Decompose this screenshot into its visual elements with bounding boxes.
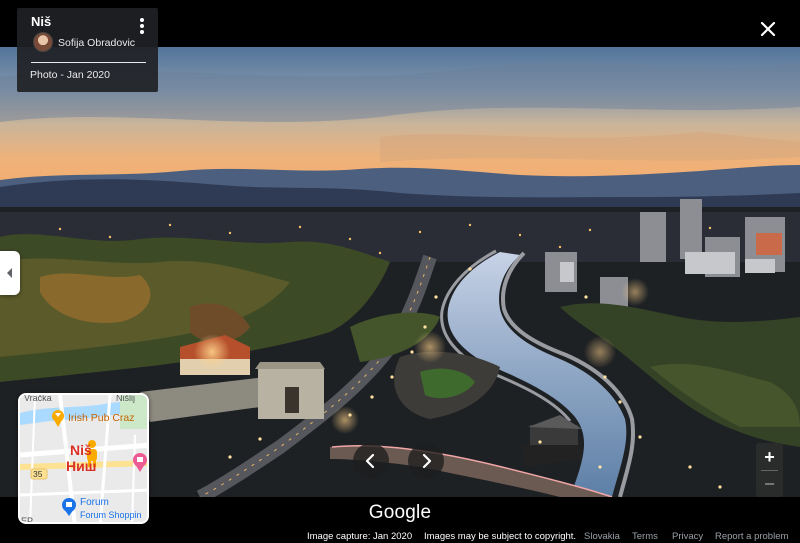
minimap-label-area: Vračka bbox=[24, 393, 52, 403]
terms-link[interactable]: Terms bbox=[632, 531, 658, 542]
minimap-label-area: Nišlij bbox=[116, 393, 135, 403]
zoom-out-button[interactable]: − bbox=[756, 471, 783, 497]
author-name[interactable]: Sofija Obradovic bbox=[58, 37, 135, 49]
next-photo-button[interactable] bbox=[408, 443, 444, 479]
collapse-side-panel-button[interactable] bbox=[0, 251, 20, 295]
report-problem-link[interactable]: Report a problem bbox=[715, 531, 788, 542]
card-divider bbox=[31, 62, 146, 63]
minimap-label-city: Niš bbox=[70, 442, 92, 458]
zoom-in-button[interactable]: + bbox=[756, 444, 783, 470]
more-options-dot bbox=[140, 24, 144, 28]
chevron-left-icon bbox=[365, 453, 375, 469]
zoom-control: + − bbox=[756, 443, 783, 497]
copyright-notice: Images may be subject to copyright. bbox=[424, 531, 577, 542]
country-link[interactable]: Slovakia bbox=[584, 531, 620, 542]
privacy-link[interactable]: Privacy bbox=[672, 531, 703, 542]
more-options-dot bbox=[140, 30, 144, 34]
image-capture-date: Image capture: Jan 2020 bbox=[307, 531, 413, 542]
minimap-label-city-cyrillic: Ниш bbox=[66, 458, 97, 474]
chevron-right-icon bbox=[422, 453, 432, 469]
more-options-dot bbox=[140, 18, 144, 22]
author-avatar[interactable] bbox=[33, 32, 53, 52]
caret-left-icon bbox=[7, 268, 12, 278]
minimap-label-pub: Irish Pub Craz bbox=[68, 412, 135, 424]
more-options-button[interactable] bbox=[133, 15, 151, 37]
minimap-road-number: 35 bbox=[33, 469, 43, 479]
place-title[interactable]: Niš bbox=[31, 14, 51, 29]
previous-photo-button[interactable] bbox=[353, 443, 389, 479]
close-button[interactable] bbox=[756, 17, 780, 41]
google-logo: Google bbox=[368, 502, 432, 523]
photo-date: Photo - Jan 2020 bbox=[30, 69, 110, 81]
close-icon bbox=[760, 21, 776, 37]
